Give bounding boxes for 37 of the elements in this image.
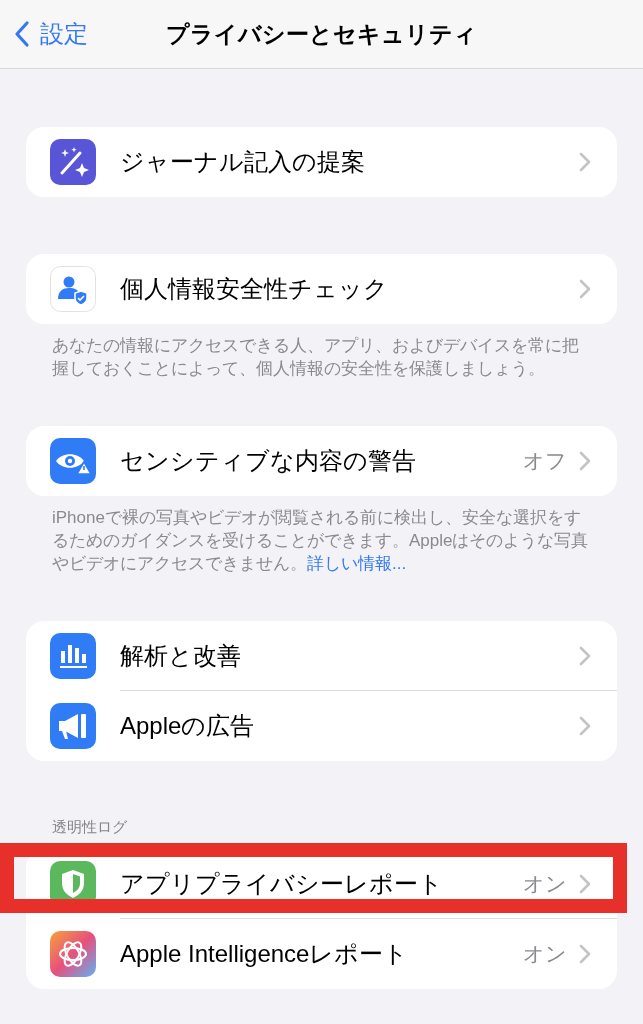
section-footer: あなたの情報にアクセスできる人、アプリ、およびデバイスを常に把握しておくことによって、個人情報の安全性を保護しましょう。 xyxy=(26,334,617,380)
row-label: アプリプライバシーレポート xyxy=(120,869,444,899)
row-label: 解析と改善 xyxy=(120,641,242,671)
chevron-icon xyxy=(579,279,591,299)
chevron-icon xyxy=(579,646,591,666)
intelligence-icon xyxy=(50,931,96,977)
settings-row[interactable]: Appleの広告 xyxy=(26,691,617,761)
chevron-icon xyxy=(579,944,591,964)
magic-wand-icon xyxy=(50,139,96,185)
learn-more-link[interactable]: 詳しい情報... xyxy=(307,554,407,573)
settings-row[interactable]: 個人情報安全性チェック xyxy=(26,254,617,324)
eye-warning-icon xyxy=(50,438,96,484)
row-label: ジャーナル記入の提案 xyxy=(120,147,366,177)
row-label: Appleの広告 xyxy=(120,711,256,741)
row-value: オン xyxy=(523,941,567,967)
bar-chart-icon xyxy=(50,633,96,679)
section-footer: iPhoneで裸の写真やビデオが閲覧される前に検出し、安全な選択をするためのガイダンスを受けることができます。Appleはそのような写真やビデオにアクセスできません。詳しい情報... xyxy=(26,506,617,575)
page-title: プライバシーとセキュリティ xyxy=(166,19,477,49)
row-value: オン xyxy=(523,871,567,897)
chevron-icon xyxy=(579,451,591,471)
row-label: センシティブな内容の警告 xyxy=(120,446,417,476)
back-chevron-icon xyxy=(14,20,30,48)
row-value: オフ xyxy=(523,448,567,474)
megaphone-icon xyxy=(50,703,96,749)
chevron-icon xyxy=(579,152,591,172)
settings-row[interactable]: ジャーナル記入の提案 xyxy=(26,127,617,197)
settings-row[interactable]: センシティブな内容の警告 オフ xyxy=(26,426,617,496)
row-label: 個人情報安全性チェック xyxy=(120,274,389,304)
person-shield-icon xyxy=(50,266,96,312)
back-button[interactable]: 設定 xyxy=(0,18,88,50)
chevron-icon xyxy=(579,716,591,736)
settings-row[interactable]: 解析と改善 xyxy=(26,621,617,691)
settings-row[interactable]: Apple Intelligenceレポート オン xyxy=(26,919,617,989)
chevron-icon xyxy=(579,874,591,894)
row-label: Apple Intelligenceレポート xyxy=(120,939,410,969)
section-header: 透明性ログ xyxy=(51,818,128,836)
settings-row[interactable]: アプリプライバシーレポート オン xyxy=(26,849,617,919)
